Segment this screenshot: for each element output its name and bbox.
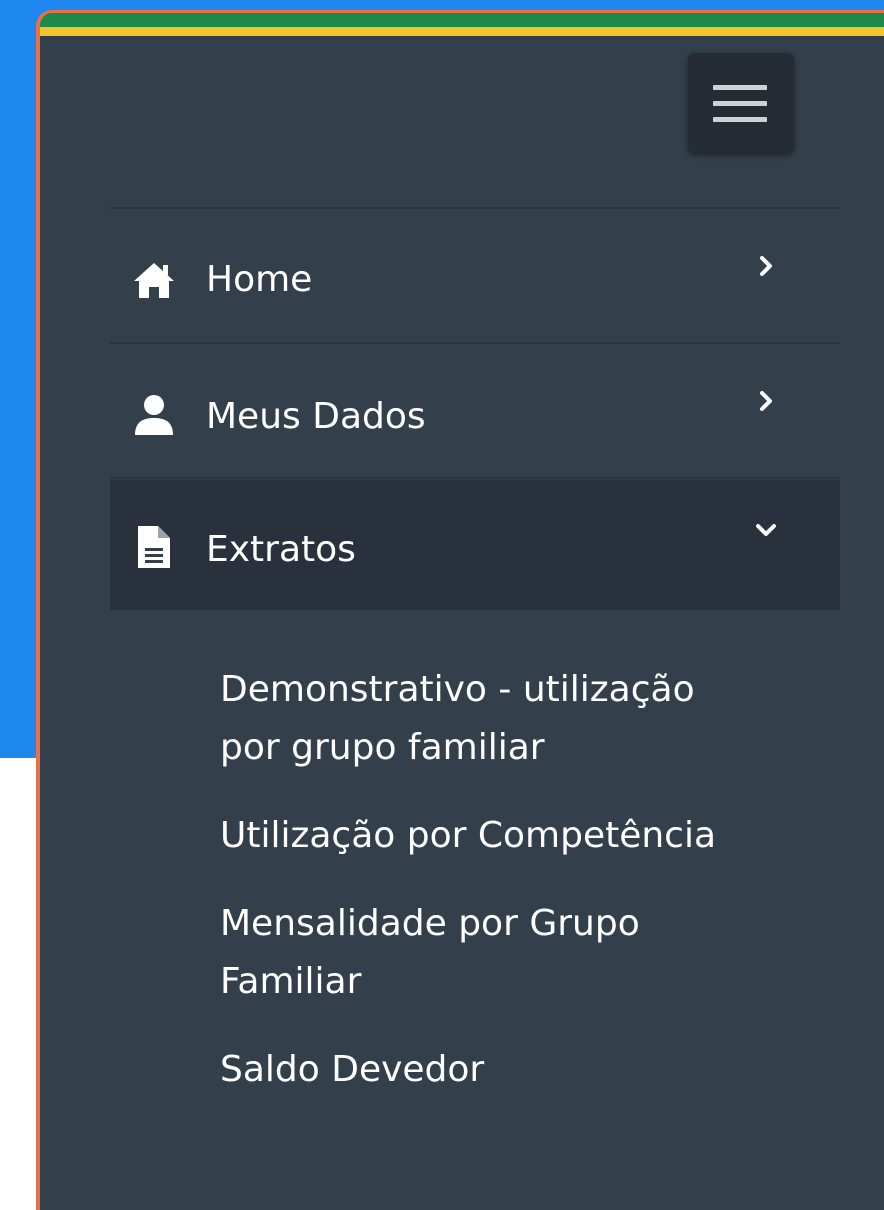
menu-toggle-button[interactable] <box>688 53 794 153</box>
chevron-right-icon <box>754 254 778 278</box>
extratos-submenu: Demonstrativo - utilização por grupo fam… <box>220 661 840 1129</box>
sidebar-item-label: Meus Dados <box>206 396 426 437</box>
header-stripe-green <box>40 13 884 27</box>
menu-divider <box>110 342 840 344</box>
home-icon <box>132 258 176 302</box>
chevron-right-icon <box>754 389 778 413</box>
header-stripe-yellow <box>40 27 884 36</box>
sidebar-item-label: Extratos <box>206 529 356 570</box>
sidebar-item-home[interactable]: Home <box>110 210 840 340</box>
menu-divider <box>110 207 840 209</box>
menu-divider <box>110 477 840 479</box>
submenu-item-utilizacao-competencia[interactable]: Utilização por Competência <box>220 807 840 865</box>
submenu-item-saldo-devedor[interactable]: Saldo Devedor <box>220 1041 840 1099</box>
document-icon <box>132 524 176 568</box>
submenu-item-mensalidade[interactable]: Mensalidade por Grupo Familiar <box>220 895 840 1011</box>
sidebar-panel: Home Meus Dados Extratos Demonstrativo -… <box>36 10 884 1210</box>
chevron-down-icon <box>754 518 778 542</box>
submenu-item-demonstrativo[interactable]: Demonstrativo - utilização por grupo fam… <box>220 661 840 777</box>
sidebar-item-extratos[interactable]: Extratos <box>110 480 840 610</box>
sidebar-item-meus-dados[interactable]: Meus Dados <box>110 345 840 475</box>
sidebar-item-label: Home <box>206 259 313 300</box>
user-icon <box>132 393 176 437</box>
